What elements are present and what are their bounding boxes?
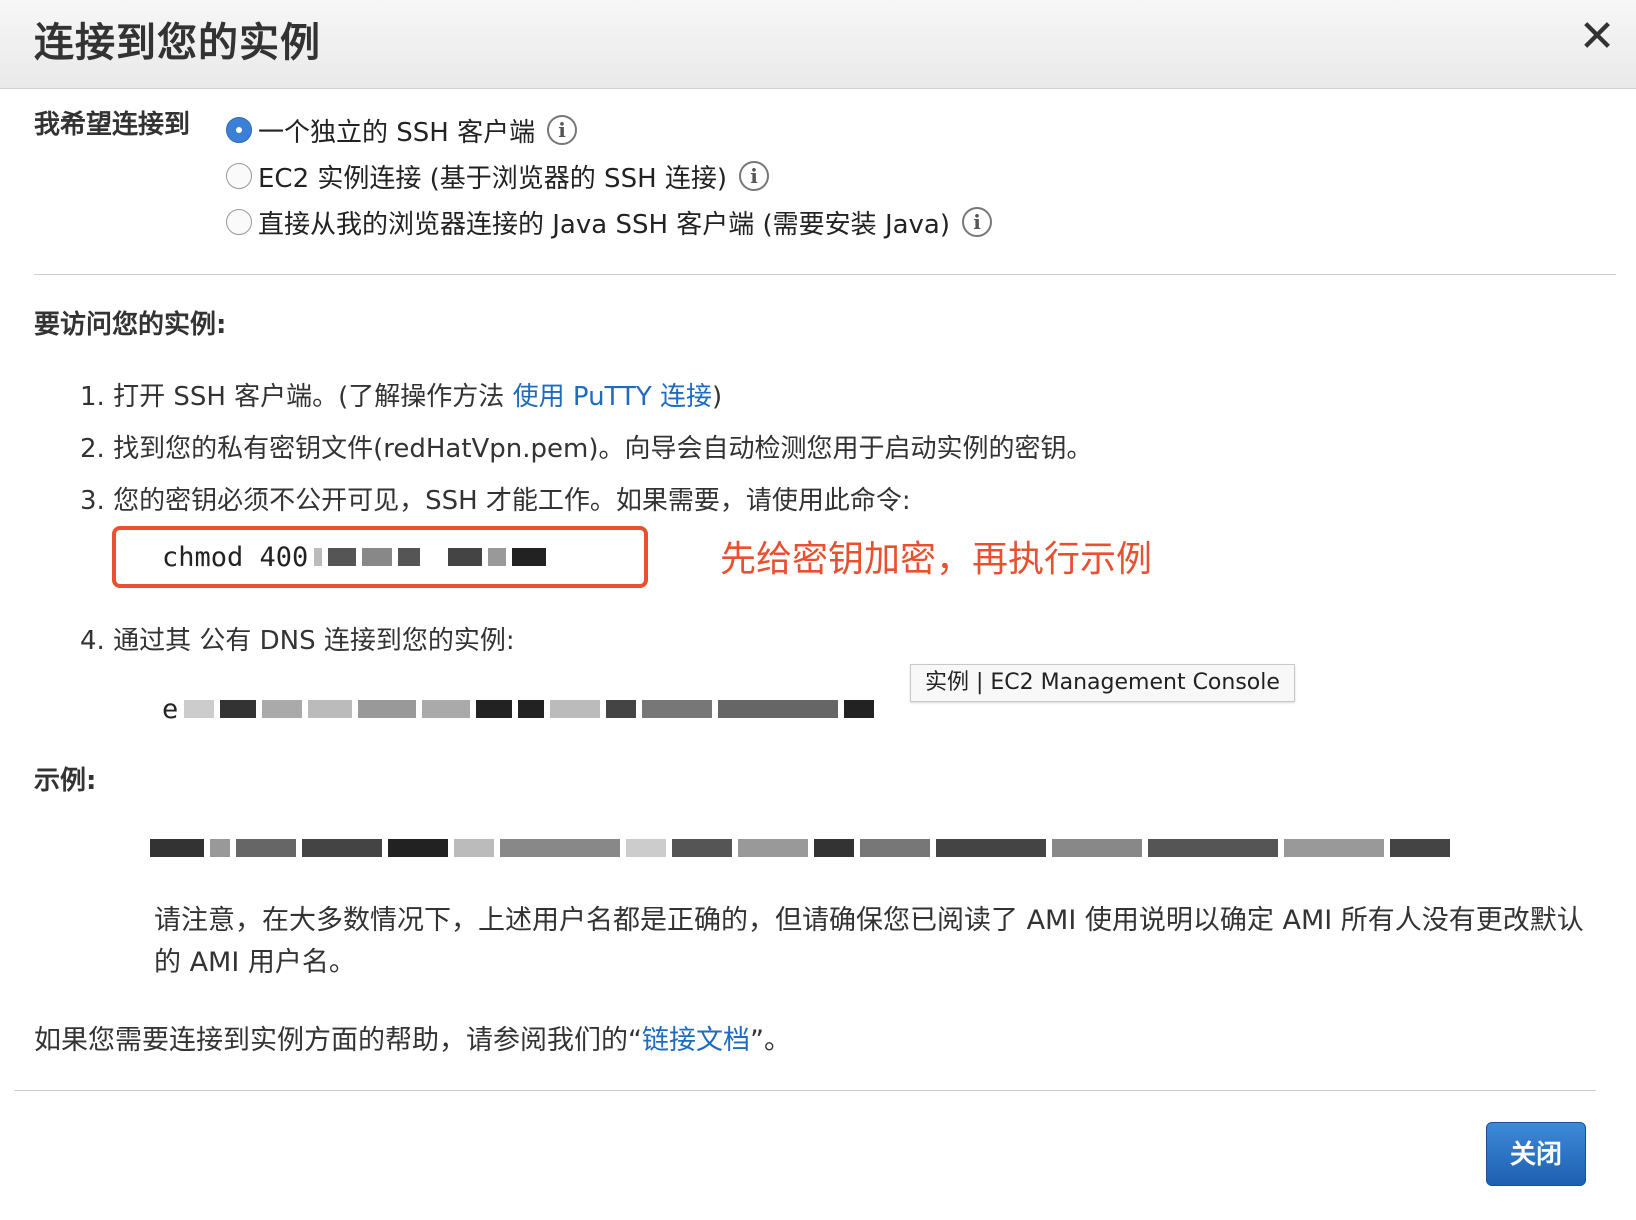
info-icon[interactable]: i [739,161,770,191]
public-dns-value[interactable]: e [162,693,875,725]
option-ec2-connect[interactable]: EC2 实例连接 (基于浏览器的 SSH 连接) i [226,158,770,194]
dialog-header: 连接到您的实例 ✕ [0,0,1636,89]
redacted-text [672,839,732,857]
option-ssh-client-label: 一个独立的 SSH 客户端 [258,117,536,148]
radio-java-ssh[interactable] [226,209,252,235]
example-heading: 示例: [34,766,97,796]
redacted-text [184,700,215,718]
redacted-text [814,839,854,857]
redacted-text [936,839,1046,857]
option-ec2-connect-label: EC2 实例连接 (基于浏览器的 SSH 连接) [258,163,728,194]
redacted-text [398,548,421,566]
option-java-ssh[interactable]: 直接从我的浏览器连接的 Java SSH 客户端 (需要安装 Java) i [226,204,993,240]
redacted-text [476,700,513,718]
redacted-text [860,839,930,857]
close-button[interactable]: 关闭 [1486,1122,1586,1186]
step-1-text: 1. 打开 SSH 客户端。(了解操作方法 [80,382,513,412]
tooltip: 实例 | EC2 Management Console [910,664,1295,702]
username-note: 请注意，在大多数情况下，上述用户名都是正确的，但请确保您已阅读了 AMI 使用说… [154,905,1584,978]
step-2: 2. 找到您的私有密钥文件(redHatVpn.pem)。向导会自动检测您用于启… [80,434,1093,464]
redacted-text [314,548,323,566]
redacted-text [236,839,296,857]
redacted-text [488,548,507,566]
chmod-command-text: chmod 400 [162,541,309,573]
option-ssh-client[interactable]: 一个独立的 SSH 客户端 i [226,112,578,148]
redacted-text [426,548,443,566]
redacted-text [358,700,417,718]
help-suffix: ”。 [750,1025,791,1056]
redacted-text [626,839,666,857]
redacted-text [422,700,471,718]
redacted-text [150,839,204,857]
redacted-text [1148,839,1278,857]
redacted-text [642,700,713,718]
redacted-text [512,548,547,566]
redacted-text [308,700,353,718]
radio-ssh-client[interactable] [226,117,252,143]
redacted-text [1284,839,1384,857]
redacted-text [500,839,620,857]
redacted-text [550,700,601,718]
section-divider [34,274,1616,275]
redacted-text [328,548,357,566]
putty-link[interactable]: 使用 PuTTY 连接 [513,382,712,412]
radio-ec2-connect[interactable] [226,163,252,189]
docs-link[interactable]: 链接文档 [642,1025,750,1056]
redacted-text [606,700,637,718]
redacted-text [1390,839,1450,857]
step-1: 1. 打开 SSH 客户端。(了解操作方法 使用 PuTTY 连接) [80,376,722,413]
chmod-command[interactable]: chmod 400 [162,540,547,574]
option-java-ssh-label: 直接从我的浏览器连接的 Java SSH 客户端 (需要安装 Java) [258,209,951,240]
connect-option-label: 我希望连接到 [34,110,191,140]
redacted-text [844,700,875,718]
redacted-text [448,548,483,566]
help-text: 如果您需要连接到实例方面的帮助，请参阅我们的“链接文档”。 [34,1018,791,1057]
info-icon[interactable]: i [547,115,578,145]
redacted-text [362,548,393,566]
step-4: 4. 通过其 公有 DNS 连接到您的实例: [80,626,515,656]
redacted-text [220,700,257,718]
redacted-text [738,839,808,857]
redacted-text [454,839,494,857]
step-1-suffix: ) [712,382,723,412]
example-command[interactable] [150,834,1450,862]
redacted-text [1052,839,1142,857]
redacted-text [302,839,382,857]
step-3: 3. 您的密钥必须不公开可见，SSH 才能工作。如果需要，请使用此命令: [80,486,911,516]
redacted-text [718,700,839,718]
redacted-text [262,700,303,718]
close-icon[interactable]: ✕ [1574,14,1620,60]
redacted-text [210,839,230,857]
help-prefix: 如果您需要连接到实例方面的帮助，请参阅我们的“ [34,1025,642,1056]
annotation-note: 先给密钥加密，再执行示例 [720,539,1153,580]
footer-divider [14,1090,1596,1091]
redacted-text [518,700,545,718]
redacted-text [388,839,448,857]
info-icon[interactable]: i [962,207,993,237]
dialog-title: 连接到您的实例 [34,20,321,66]
access-heading: 要访问您的实例: [34,310,227,340]
public-dns-prefix: e [162,693,179,725]
